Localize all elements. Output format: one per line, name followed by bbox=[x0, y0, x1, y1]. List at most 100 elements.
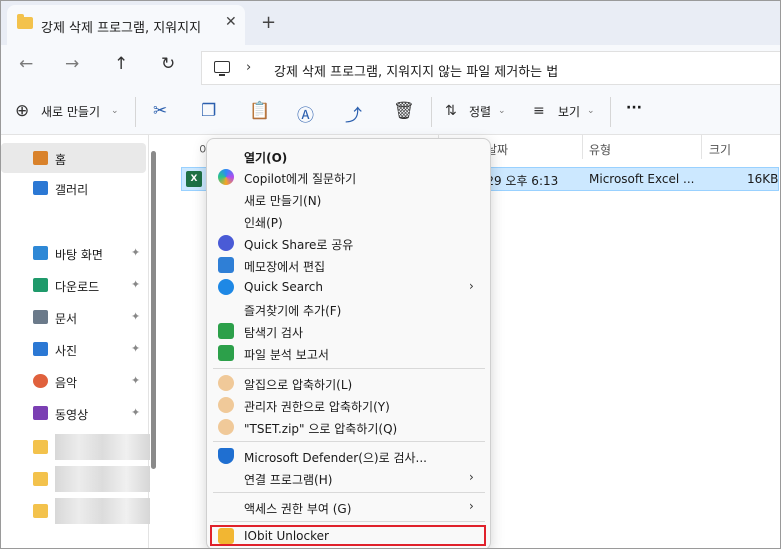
sidebar-item-label: 다운로드 bbox=[55, 280, 100, 294]
sidebar-item-documents[interactable]: 문서 ✦ bbox=[21, 302, 146, 332]
menu-item-label: 관리자 권한으로 압축하기(Y) bbox=[244, 400, 390, 414]
menu-item-quick-search[interactable]: Quick Search › bbox=[213, 276, 485, 298]
copy-icon[interactable]: ❐ bbox=[201, 101, 216, 121]
menu-divider bbox=[213, 521, 485, 522]
menu-item-give-access[interactable]: 액세스 권한 부여 (G) › bbox=[213, 496, 485, 518]
breadcrumb-path[interactable]: 강제 삭제 프로그램, 지워지지 않는 파일 제거하는 법 bbox=[274, 61, 558, 80]
column-divider[interactable] bbox=[582, 135, 583, 159]
menu-item-label: 열기(O) bbox=[244, 151, 288, 165]
divider bbox=[135, 97, 136, 127]
sort-dropdown-icon[interactable]: ⌄ bbox=[498, 106, 506, 116]
sidebar-item-music[interactable]: 음악 ✦ bbox=[21, 366, 146, 396]
menu-item-label: 새로 만들기(N) bbox=[244, 194, 322, 208]
divider bbox=[431, 97, 432, 127]
menu-item-label: Copilot에게 질문하기 bbox=[244, 172, 357, 186]
up-button[interactable]: ↑ bbox=[114, 54, 128, 74]
menu-item-favorites[interactable]: 즐겨찾기에 추가(F) bbox=[213, 298, 485, 320]
blurred-label bbox=[55, 466, 150, 492]
menu-item-quick-share[interactable]: Quick Share로 공유 bbox=[213, 232, 485, 254]
menu-item-notepad[interactable]: 메모장에서 편집 bbox=[213, 254, 485, 276]
share-icon[interactable]: ⤴ bbox=[345, 101, 362, 126]
highlight-box bbox=[210, 525, 486, 546]
sidebar-item-folder[interactable] bbox=[21, 432, 150, 462]
address-bar[interactable]: › 강제 삭제 프로그램, 지워지지 않는 파일 제거하는 법 bbox=[201, 51, 780, 85]
view-button[interactable]: 보기 bbox=[558, 103, 580, 120]
sidebar-item-label: 홈 bbox=[55, 153, 67, 167]
menu-item-open[interactable]: 열기(O) bbox=[213, 145, 485, 167]
sidebar-item-label: 갤러리 bbox=[55, 183, 89, 197]
forward-button[interactable]: → bbox=[65, 54, 79, 74]
blurred-label bbox=[55, 498, 150, 524]
menu-item-explorer-scan[interactable]: 탐색기 검사 bbox=[213, 320, 485, 342]
rename-icon[interactable]: Ⓐ bbox=[297, 101, 314, 126]
menu-item-print[interactable]: 인쇄(P) bbox=[213, 210, 485, 232]
sidebar-item-folder[interactable] bbox=[21, 464, 150, 494]
pin-icon[interactable]: ✦ bbox=[131, 246, 140, 259]
new-dropdown-icon[interactable]: ⌄ bbox=[111, 106, 119, 116]
quick-search-icon bbox=[218, 279, 234, 295]
sidebar-item-downloads[interactable]: 다운로드 ✦ bbox=[21, 270, 146, 300]
menu-divider bbox=[213, 492, 485, 493]
music-icon bbox=[33, 374, 48, 388]
menu-item-label: 액세스 권한 부여 (G) bbox=[244, 502, 352, 516]
sidebar-scrollbar[interactable] bbox=[151, 151, 156, 469]
column-header-size[interactable]: 크기 bbox=[709, 141, 731, 158]
view-icon[interactable]: ≡ bbox=[533, 103, 545, 119]
menu-item-label: "TSET.zip" 으로 압축하기(Q) bbox=[244, 422, 398, 436]
sidebar-item-videos[interactable]: 동영상 ✦ bbox=[21, 398, 146, 428]
tab-current-folder[interactable]: 강제 삭제 프로그램, 지워지지 ✕ bbox=[7, 5, 245, 45]
pin-icon[interactable]: ✦ bbox=[131, 374, 140, 387]
breadcrumb-chevron-icon[interactable]: › bbox=[246, 60, 251, 75]
column-header-type[interactable]: 유형 bbox=[589, 141, 611, 158]
sidebar-item-label: 사진 bbox=[55, 344, 78, 358]
pin-icon[interactable]: ✦ bbox=[131, 278, 140, 291]
new-tab-button[interactable]: + bbox=[261, 12, 276, 33]
sidebar-item-gallery[interactable]: 갤러리 bbox=[21, 173, 146, 203]
sort-button[interactable]: 정렬 bbox=[469, 103, 491, 120]
excel-file-icon: X bbox=[186, 171, 202, 187]
paste-icon[interactable]: 📋 bbox=[249, 101, 270, 121]
sidebar-item-pictures[interactable]: 사진 ✦ bbox=[21, 334, 146, 364]
menu-item-file-report[interactable]: 파일 분석 보고서 bbox=[213, 342, 485, 364]
scan-icon bbox=[218, 323, 234, 339]
tab-title: 강제 삭제 프로그램, 지워지지 bbox=[41, 21, 202, 36]
alzip-icon bbox=[218, 375, 234, 391]
menu-item-label: 인쇄(P) bbox=[244, 216, 283, 230]
view-dropdown-icon[interactable]: ⌄ bbox=[587, 106, 595, 116]
back-button[interactable]: ← bbox=[19, 54, 33, 74]
tab-bar: 강제 삭제 프로그램, 지워지지 ✕ + bbox=[1, 1, 780, 45]
sidebar-item-home[interactable]: 홈 bbox=[1, 143, 146, 173]
refresh-button[interactable]: ↻ bbox=[161, 54, 175, 74]
sidebar-item-folder[interactable] bbox=[21, 496, 150, 526]
close-tab-icon[interactable]: ✕ bbox=[225, 14, 237, 30]
menu-item-alzip-zip[interactable]: "TSET.zip" 으로 압축하기(Q) bbox=[213, 416, 485, 438]
sidebar-item-label: 바탕 화면 bbox=[55, 248, 103, 262]
menu-item-new[interactable]: 새로 만들기(N) bbox=[213, 188, 485, 210]
pin-icon[interactable]: ✦ bbox=[131, 310, 140, 323]
column-divider[interactable] bbox=[701, 135, 702, 159]
menu-item-copilot[interactable]: Copilot에게 질문하기 bbox=[213, 166, 485, 188]
notepad-icon bbox=[218, 257, 234, 273]
more-options-button[interactable]: ··· bbox=[626, 100, 642, 116]
sort-icon[interactable]: ⇅ bbox=[445, 103, 457, 119]
file-type: Microsoft Excel ... bbox=[589, 172, 695, 186]
menu-item-label: 파일 분석 보고서 bbox=[244, 348, 329, 362]
command-bar: ⊕ 새로 만들기 ⌄ ✂ ❐ 📋 Ⓐ ⤴ 🗑 ⇅ 정렬 ⌄ ≡ 보기 ⌄ ··· bbox=[1, 89, 780, 135]
pin-icon[interactable]: ✦ bbox=[131, 406, 140, 419]
new-button[interactable]: 새로 만들기 bbox=[41, 103, 100, 120]
menu-item-defender[interactable]: Microsoft Defender(으)로 검사... bbox=[213, 445, 485, 467]
folder-icon bbox=[33, 472, 48, 486]
menu-item-open-with[interactable]: 연결 프로그램(H) › bbox=[213, 467, 485, 489]
sidebar-item-desktop[interactable]: 바탕 화면 ✦ bbox=[21, 238, 146, 268]
delete-icon[interactable]: 🗑 bbox=[393, 101, 415, 121]
pin-icon[interactable]: ✦ bbox=[131, 342, 140, 355]
menu-item-alzip[interactable]: 알집으로 압축하기(L) bbox=[213, 372, 485, 394]
new-plus-icon[interactable]: ⊕ bbox=[15, 101, 29, 121]
cut-icon[interactable]: ✂ bbox=[153, 101, 167, 121]
videos-icon bbox=[33, 406, 48, 420]
menu-item-alzip-admin[interactable]: 관리자 권한으로 압축하기(Y) bbox=[213, 394, 485, 416]
gallery-icon bbox=[33, 181, 48, 195]
documents-icon bbox=[33, 310, 48, 324]
menu-item-label: 즐겨찾기에 추가(F) bbox=[244, 304, 342, 318]
blurred-label bbox=[55, 434, 150, 460]
